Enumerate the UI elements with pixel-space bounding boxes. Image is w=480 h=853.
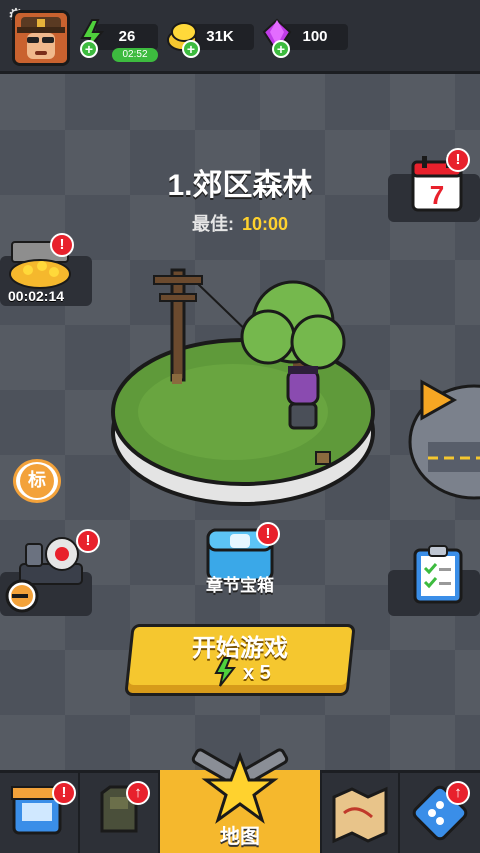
- best-time-value: 10:00: [241, 214, 289, 234]
- chapter-chest-label: 章节宝箱: [206, 576, 274, 596]
- crossed-guns-star-icon: [182, 740, 298, 832]
- marker-button[interactable]: 标: [13, 459, 61, 503]
- marker-label: 标: [20, 464, 54, 498]
- add-gems-button[interactable]: +: [272, 40, 290, 58]
- robot-alert-badge: !: [76, 529, 100, 553]
- best-time-label: 最佳:: [191, 214, 234, 234]
- lightning-icon: [212, 656, 238, 692]
- add-gold-button[interactable]: +: [182, 40, 200, 58]
- start-game-label: 开始游戏: [192, 634, 288, 662]
- chapter-chest-alert-badge: !: [256, 522, 280, 546]
- start-cost: x 5: [243, 662, 271, 684]
- clock-icon: [4, 578, 40, 618]
- energy-timer: 02:52: [112, 48, 158, 62]
- svg-text:7: 7: [430, 180, 444, 210]
- calendar-alert-badge: !: [446, 148, 470, 172]
- add-energy-button[interactable]: +: [80, 40, 98, 58]
- equipment-upgrade-badge: ↑: [126, 781, 150, 805]
- treasure-timer: 00:02:14: [8, 288, 65, 304]
- player-avatar[interactable]: [12, 10, 70, 66]
- clipboard-icon: [412, 544, 464, 608]
- level-island-scene[interactable]: [108, 262, 378, 512]
- treasure-alert-badge: !: [50, 233, 74, 257]
- shop-alert-badge: !: [52, 781, 76, 805]
- skills-upgrade-badge: ↑: [446, 781, 470, 805]
- nav-tab-map-label: 地图: [220, 824, 260, 848]
- nav-tab-world-map[interactable]: [322, 773, 398, 853]
- next-arrow-icon[interactable]: [418, 378, 458, 426]
- nav-tab-skills[interactable]: [400, 773, 480, 853]
